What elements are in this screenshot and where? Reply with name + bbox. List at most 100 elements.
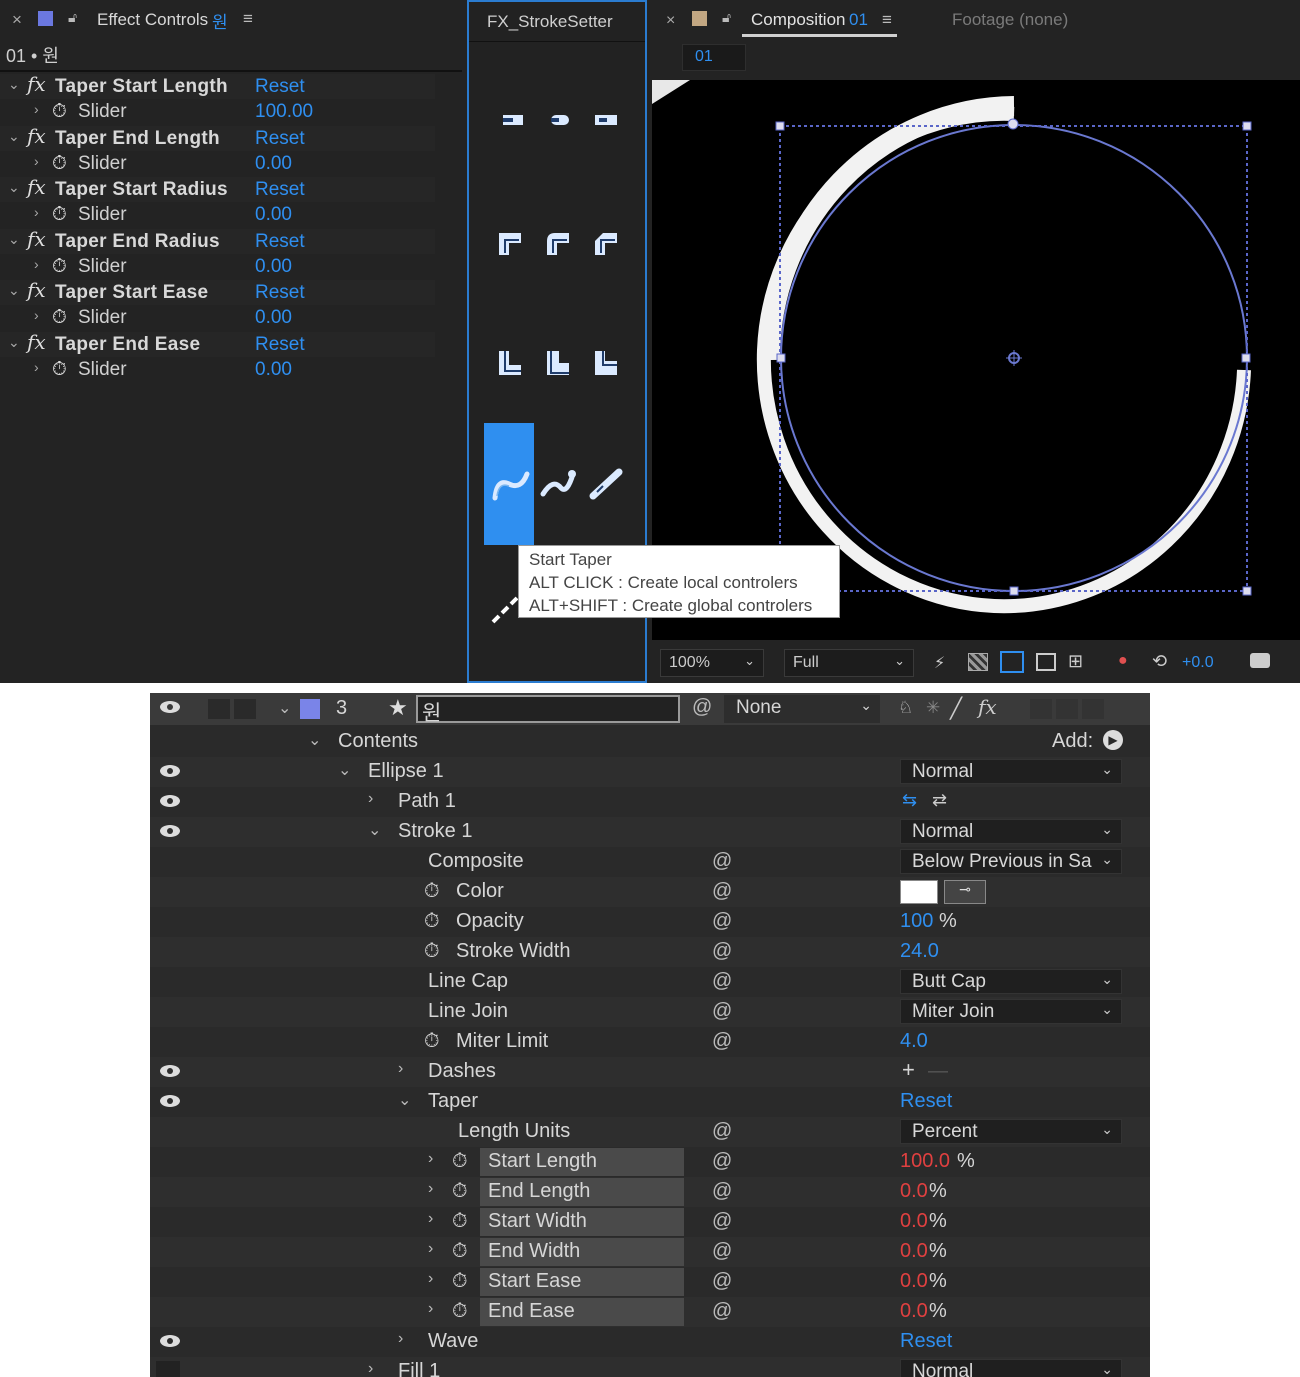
pickwhip-icon[interactable]: @ (712, 850, 732, 873)
pickwhip-icon[interactable]: @ (712, 1210, 732, 1233)
chevron-down-icon[interactable]: ⌄ (8, 282, 20, 299)
add-menu-icon[interactable]: ▶ (1103, 730, 1123, 750)
fast-preview-icon[interactable]: ⚡︎ (934, 653, 945, 673)
composition-tab-title[interactable]: Composition (751, 10, 846, 30)
resolution-dropdown[interactable]: Full ⌄ (784, 649, 914, 677)
miter-limit-row[interactable]: ⏱︎ Miter Limit @ 4.0 (150, 1027, 1150, 1057)
corner-outside-icon[interactable] (593, 349, 619, 377)
transparency-grid-icon[interactable] (968, 653, 988, 671)
corner-center-icon[interactable] (545, 349, 571, 377)
region-of-interest-icon[interactable] (1036, 653, 1056, 671)
reset-exposure-icon[interactable]: ⟲ (1152, 651, 1167, 672)
pickwhip-icon[interactable]: @ (692, 696, 712, 719)
camera-icon[interactable] (1250, 653, 1270, 668)
taper-property-row[interactable]: › ⏱︎ End Width @0.0% (150, 1237, 1150, 1267)
stopwatch-icon[interactable]: ⏱︎ (52, 153, 67, 175)
blend-mode-dropdown[interactable]: Normal ⌄ (900, 1359, 1122, 1377)
stopwatch-icon[interactable]: ⏱︎ (452, 1150, 468, 1173)
round-join-icon[interactable] (545, 229, 571, 257)
eye-icon[interactable] (159, 824, 181, 838)
path-row[interactable]: › Path 1 ⇆ ⇄ (150, 787, 1150, 817)
taper-property-row[interactable]: › ⏱︎ Start Width @0.0% (150, 1207, 1150, 1237)
quality-switch-icon[interactable]: ╱ (950, 696, 962, 721)
layer-row[interactable]: ⌄ 3 ★ 원 @ None ⌄ ♘ ✳ ╱ fx (150, 693, 1150, 725)
projecting-cap-icon[interactable] (593, 109, 619, 131)
line-cap-row[interactable]: Line Cap @ Butt Cap ⌄ (150, 967, 1150, 997)
contents-row[interactable]: ⌄ Contents Add: ▶ (150, 727, 1150, 757)
fx-icon[interactable]: fx (27, 124, 46, 148)
fx-icon[interactable]: fx (27, 330, 46, 354)
chevron-right-icon[interactable]: › (428, 1270, 433, 1288)
chevron-right-icon[interactable]: › (34, 256, 39, 272)
panel-menu-icon[interactable]: ≡ (882, 10, 892, 30)
3d-switch[interactable] (1082, 699, 1104, 719)
effect-controls-tab[interactable]: × 🔓︎ Effect Controls 원 ≡ (0, 0, 462, 40)
slider-value[interactable]: 0.00 (255, 307, 292, 329)
layer-name-field[interactable]: 원 (416, 695, 680, 725)
chevron-right-icon[interactable]: › (34, 359, 39, 375)
chevron-down-icon[interactable]: ⌄ (8, 179, 20, 196)
eye-icon[interactable] (159, 700, 181, 714)
blend-mode-dropdown[interactable]: Normal ⌄ (900, 819, 1122, 844)
taper-property-row[interactable]: › ⏱︎ Start Length @100.0% (150, 1147, 1150, 1177)
wave-row[interactable]: › Wave Reset (150, 1327, 1150, 1357)
pickwhip-icon[interactable]: @ (712, 970, 732, 993)
chevron-right-icon[interactable]: › (34, 204, 39, 220)
motion-blur-switch[interactable] (1030, 699, 1052, 719)
remove-dash-button[interactable]: — (928, 1060, 948, 1083)
effect-row[interactable]: ⌄ fx Taper Start Length Reset (0, 72, 435, 99)
round-cap-icon[interactable] (545, 109, 571, 131)
chevron-down-icon[interactable]: ⌄ (398, 1090, 411, 1110)
effect-row[interactable]: ⌄ fx Taper End Length Reset (0, 124, 435, 151)
chevron-down-icon[interactable]: ⌄ (338, 760, 351, 780)
chevron-down-icon[interactable]: ⌄ (8, 334, 20, 351)
stopwatch-icon[interactable]: ⏱︎ (424, 910, 440, 933)
taper-row[interactable]: ⌄ Taper Reset (150, 1087, 1150, 1117)
taper-property-row[interactable]: › ⏱︎ End Length @0.0% (150, 1177, 1150, 1207)
eye-icon[interactable] (159, 794, 181, 808)
close-icon[interactable]: × (666, 12, 675, 30)
slider-row[interactable]: › ⏱︎ Slider 0.00 (0, 357, 435, 382)
chevron-right-icon[interactable]: › (34, 153, 39, 169)
taper-property-value[interactable]: 0.0 (900, 1210, 928, 1233)
chevron-right-icon[interactable]: › (368, 790, 373, 808)
fill-row[interactable]: › Fill 1 Normal ⌄ (150, 1357, 1150, 1377)
fx-icon[interactable]: fx (27, 227, 46, 251)
reset-link[interactable]: Reset (255, 128, 305, 150)
dashes-row[interactable]: › Dashes + — (150, 1057, 1150, 1087)
effect-switch-icon[interactable]: fx (978, 695, 997, 719)
composition-number[interactable]: 01 (849, 10, 868, 30)
taper-property-value[interactable]: 0.0 (900, 1270, 928, 1293)
miter-limit-value[interactable]: 4.0 (900, 1030, 928, 1053)
composite-dropdown[interactable]: Below Previous in Sa ⌄ (900, 849, 1122, 874)
stopwatch-icon[interactable]: ⏱︎ (424, 880, 440, 903)
reset-link[interactable]: Reset (255, 334, 305, 356)
panel-menu-icon[interactable]: ≡ (243, 9, 253, 29)
pickwhip-icon[interactable]: @ (712, 910, 732, 933)
taper-property-value[interactable]: 0.0 (900, 1240, 928, 1263)
chevron-right-icon[interactable]: › (368, 1360, 373, 1377)
bevel-join-icon[interactable] (593, 229, 619, 257)
comp-navigator-tab[interactable]: 01 (682, 44, 746, 71)
eye-icon[interactable] (159, 1334, 181, 1348)
color-row[interactable]: ⏱︎ Color @ ⊸ (150, 877, 1150, 907)
taper-property-value[interactable]: 0.0 (900, 1300, 928, 1323)
pickwhip-icon[interactable]: @ (712, 1030, 732, 1053)
pickwhip-icon[interactable]: @ (712, 1150, 732, 1173)
corner-inside-icon[interactable] (497, 349, 523, 377)
slider-row[interactable]: › ⏱︎ Slider 0.00 (0, 202, 435, 227)
slider-value[interactable]: 0.00 (255, 153, 292, 175)
stopwatch-icon[interactable]: ⏱︎ (452, 1240, 468, 1263)
pickwhip-icon[interactable]: @ (712, 1180, 732, 1203)
stopwatch-icon[interactable]: ⏱︎ (52, 307, 67, 329)
lock-icon[interactable]: 🔓︎ (68, 9, 77, 26)
close-icon[interactable]: × (12, 10, 22, 30)
rgb-channels-icon[interactable]: ● (1118, 652, 1128, 670)
grid-guides-icon[interactable]: ⊞ (1068, 651, 1083, 672)
chevron-right-icon[interactable]: › (398, 1330, 403, 1348)
effect-row[interactable]: ⌄ fx Taper End Ease Reset (0, 330, 435, 357)
stopwatch-icon[interactable]: ⏱︎ (452, 1270, 468, 1293)
stopwatch-icon[interactable]: ⏱︎ (452, 1210, 468, 1233)
composite-row[interactable]: Composite @ Below Previous in Sa ⌄ (150, 847, 1150, 877)
pickwhip-icon[interactable]: @ (712, 1000, 732, 1023)
